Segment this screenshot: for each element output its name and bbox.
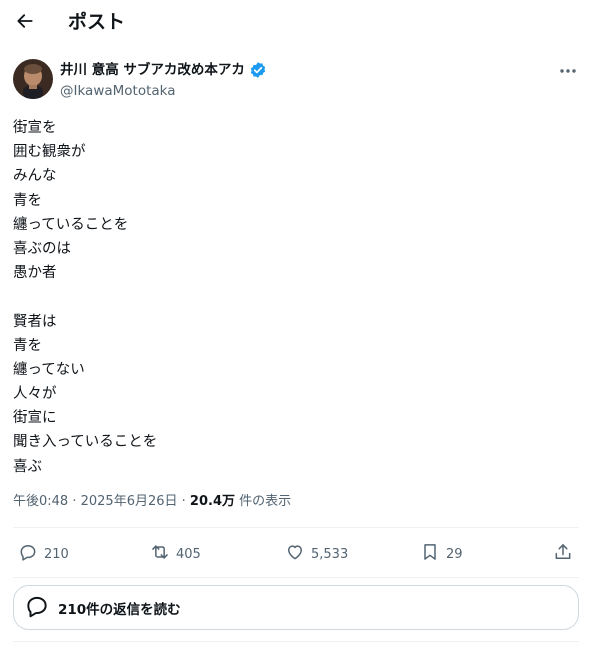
post-meta: 午後0:48 · 2025年6月26日 · 20.4万 件の表示 [13, 493, 291, 511]
post-line: 青を [13, 337, 42, 354]
post-date[interactable]: 2025年6月26日 [81, 494, 178, 509]
bookmark-count: 29 [446, 546, 463, 562]
post-line: 賢者は [13, 313, 57, 330]
like-button[interactable]: 5,533 [285, 536, 348, 572]
post-line: みんな [13, 168, 57, 185]
post-line: 街宣に [13, 410, 57, 427]
page-title: ポスト [68, 11, 126, 33]
more-options-icon[interactable] [554, 58, 582, 84]
bookmark-icon [420, 542, 440, 566]
post-line: 愚か者 [13, 265, 57, 282]
author-name[interactable]: 井川 意高 サブアカ改め本アカ [60, 61, 245, 79]
post-line: 青を [13, 192, 42, 209]
reply-button[interactable]: 210 [18, 536, 69, 572]
post-line: 喜ぶのは [13, 240, 71, 257]
reply-bubble-icon [24, 593, 50, 623]
post-line: 街宣を [13, 120, 57, 136]
read-replies-label: 210件の返信を読む [58, 601, 181, 618]
post-text: 街宣を 囲む観衆が みんな 青を 纏っていることを 喜ぶのは 愚か者 賢者は 青… [13, 116, 573, 479]
top-bar: ポスト [0, 0, 592, 44]
author-name-row[interactable]: 井川 意高 サブアカ改め本アカ [60, 61, 267, 79]
meta-separator: · [181, 494, 190, 509]
repost-icon [150, 542, 170, 566]
divider [13, 577, 579, 578]
heart-icon [285, 542, 305, 566]
like-count: 5,533 [311, 546, 349, 562]
read-replies-button[interactable]: 210件の返信を読む [13, 585, 579, 630]
author-handle[interactable]: @IkawaMototaka [60, 82, 176, 100]
back-arrow-icon[interactable] [12, 8, 38, 34]
repost-button[interactable]: 405 [150, 536, 201, 572]
repost-count: 405 [176, 546, 201, 562]
post-line: 喜ぶ [13, 458, 42, 475]
view-label: 件の表示 [239, 494, 292, 509]
post-line: 聞き入っていることを [13, 434, 158, 451]
share-icon [553, 542, 573, 566]
post-line: 囲む観衆が [13, 144, 86, 161]
post-time[interactable]: 午後0:48 [13, 494, 68, 509]
post-line: 纏ってない [13, 361, 85, 378]
action-bar: 210 405 5,533 29 [0, 536, 592, 572]
reply-count: 210 [44, 546, 69, 562]
post-line-blank [13, 285, 573, 309]
share-button[interactable] [553, 536, 573, 572]
bookmark-button[interactable]: 29 [420, 536, 463, 572]
divider [13, 641, 579, 642]
post-line: 人々が [13, 386, 57, 403]
view-count: 20.4万 [189, 494, 235, 509]
verified-badge-icon[interactable] [249, 61, 267, 79]
avatar[interactable] [13, 59, 53, 99]
post-line: 纏っていることを [13, 216, 129, 233]
reply-icon [18, 542, 38, 566]
divider [13, 527, 579, 528]
meta-separator: · [72, 494, 81, 509]
